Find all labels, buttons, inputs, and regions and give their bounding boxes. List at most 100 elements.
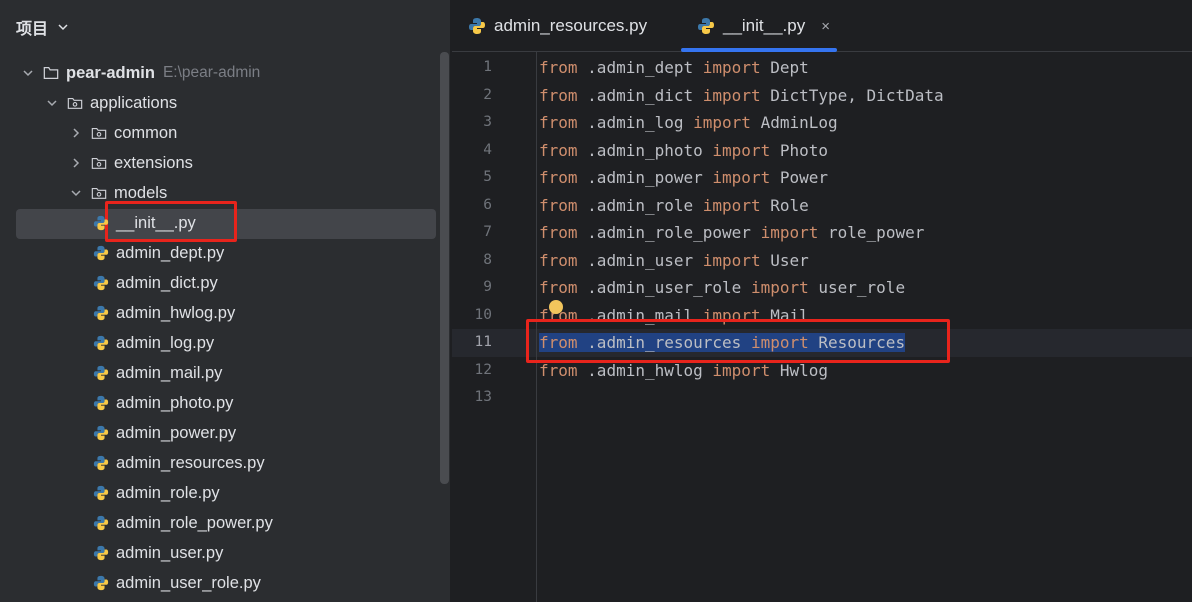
keyword-import: import	[712, 140, 771, 160]
tree-item-label: admin_photo.py	[116, 393, 234, 412]
chevron-down-icon[interactable]	[68, 185, 84, 201]
imported-names: User	[770, 250, 809, 270]
tree-item[interactable]: admin_power.py	[0, 418, 440, 448]
tree-item-label: admin_role.py	[116, 483, 220, 502]
code-line[interactable]: from .admin_user_role import user_role	[539, 274, 905, 302]
line-number: 10	[474, 306, 492, 323]
tree-item[interactable]: admin_dept.py	[0, 238, 440, 268]
tree-item-label: admin_user_role.py	[116, 573, 261, 592]
keyword-from: from	[539, 360, 578, 380]
close-icon[interactable]: ×	[821, 18, 830, 35]
module-name: .admin_user_role	[587, 278, 742, 297]
python-file-icon	[93, 395, 109, 411]
chevron-right-icon[interactable]	[68, 125, 84, 141]
code-line[interactable]: from .admin_log import AdminLog	[539, 109, 838, 137]
python-file-icon	[93, 245, 109, 261]
module-name: .admin_photo	[587, 140, 703, 160]
line-number: 13	[474, 389, 492, 405]
tab-label: __init__.py	[723, 16, 806, 35]
tree-item[interactable]: admin_dict.py	[0, 268, 440, 298]
tree-item-label: admin_role_power.py	[116, 513, 273, 532]
line-number: 12	[474, 361, 492, 378]
code-line[interactable]: from .admin_role_power import role_power	[539, 219, 924, 247]
tree-item[interactable]: applications	[0, 88, 440, 118]
keyword-from: from	[539, 140, 578, 160]
project-view-selector[interactable]: 项目	[16, 14, 70, 40]
tree-item[interactable]: admin_photo.py	[0, 388, 440, 418]
tab-label: admin_resources.py	[494, 16, 648, 35]
editor-area: admin_resources.py __init__.py × 1234567…	[452, 0, 1192, 602]
code-line[interactable]: from .admin_power import Power	[539, 164, 828, 192]
tree-item[interactable]: extensions	[0, 148, 440, 178]
sidebar-scrollbar[interactable]	[440, 52, 449, 484]
imported-names: Hwlog	[779, 360, 829, 380]
tree-item-label: admin_resources.py	[116, 453, 265, 472]
keyword-from: from	[539, 168, 578, 187]
code-line[interactable]: from .admin_photo import Photo	[539, 137, 828, 165]
line-number: 7	[483, 224, 492, 240]
imported-names: Role	[770, 195, 809, 215]
tree-item[interactable]: pear-admin E:\pear-admin	[0, 58, 440, 88]
tree-item-label: models	[114, 183, 168, 202]
tree-item-path: E:\pear-admin	[162, 64, 261, 81]
keyword-import: import	[702, 85, 761, 105]
tree-item[interactable]: admin_role_power.py	[0, 508, 440, 538]
line-number: 5	[483, 169, 492, 185]
package-folder-icon	[91, 187, 107, 199]
keyword-import: import	[712, 360, 771, 380]
package-folder-icon	[67, 97, 83, 109]
tree-item-label: __init__.py	[116, 213, 196, 232]
module-name: .admin_role	[587, 195, 694, 215]
chevron-down-icon[interactable]	[44, 95, 60, 111]
keyword-from: from	[539, 195, 578, 215]
tree-item[interactable]: admin_resources.py	[0, 448, 440, 478]
tab-init[interactable]: __init__.py ×	[681, 0, 844, 52]
module-name: .admin_dict	[587, 85, 694, 105]
project-panel: 项目 pear-admin E:\pear-admin applications co…	[0, 0, 451, 602]
tree-item[interactable]: admin_role.py	[0, 478, 440, 508]
folder-icon	[43, 67, 59, 79]
annotation-box-import-line	[526, 319, 950, 363]
tree-item-label: extensions	[114, 153, 193, 172]
code-line[interactable]: from .admin_user import User	[539, 247, 809, 275]
package-folder-icon	[91, 157, 107, 169]
line-number: 6	[483, 196, 492, 213]
imported-names: Photo	[779, 140, 829, 160]
tree-item-label: common	[114, 123, 178, 142]
tree-item[interactable]: admin_mail.py	[0, 358, 440, 388]
tab-admin-resources[interactable]: admin_resources.py	[468, 0, 647, 52]
keyword-import: import	[712, 168, 771, 187]
keyword-import: import	[750, 278, 809, 297]
python-file-icon	[698, 18, 714, 34]
python-file-icon	[93, 515, 109, 531]
tree-item[interactable]: common	[0, 118, 440, 148]
python-file-icon	[469, 18, 485, 34]
tree-item[interactable]: admin_log.py	[0, 328, 440, 358]
python-file-icon	[93, 365, 109, 381]
intention-bulb-icon[interactable]	[549, 300, 563, 314]
line-number: 3	[483, 114, 492, 130]
imported-names: Power	[779, 168, 829, 187]
tree-item-label: admin_dict.py	[116, 273, 218, 292]
line-number: 9	[483, 279, 492, 295]
line-number: 1	[483, 59, 492, 75]
keyword-import: import	[693, 113, 751, 132]
code-line[interactable]: from .admin_dept import Dept	[539, 54, 809, 82]
imported-names: AdminLog	[760, 113, 838, 132]
code-line[interactable]: from .admin_dict import DictType, DictDa…	[539, 82, 944, 110]
tree-item-label: admin_power.py	[116, 423, 237, 442]
imported-names: user_role	[818, 278, 906, 297]
code-line[interactable]: from .admin_role import Role	[539, 192, 809, 220]
module-name: .admin_dept	[587, 58, 694, 77]
tree-item[interactable]: admin_user_role.py	[0, 568, 440, 598]
chevron-right-icon[interactable]	[68, 155, 84, 171]
tree-item[interactable]: admin_hwlog.py	[0, 298, 440, 328]
keyword-from: from	[539, 278, 578, 297]
line-number-gutter: 1 2 3 4 5 6 7 8 9 10 11 12 13	[452, 52, 536, 602]
chevron-down-icon[interactable]	[20, 65, 36, 81]
module-name: .admin_power	[587, 168, 703, 187]
keyword-from: from	[539, 250, 578, 270]
tree-item-label: admin_hwlog.py	[116, 303, 236, 322]
module-name: .admin_hwlog	[587, 360, 703, 380]
tree-item[interactable]: admin_user.py	[0, 538, 440, 568]
